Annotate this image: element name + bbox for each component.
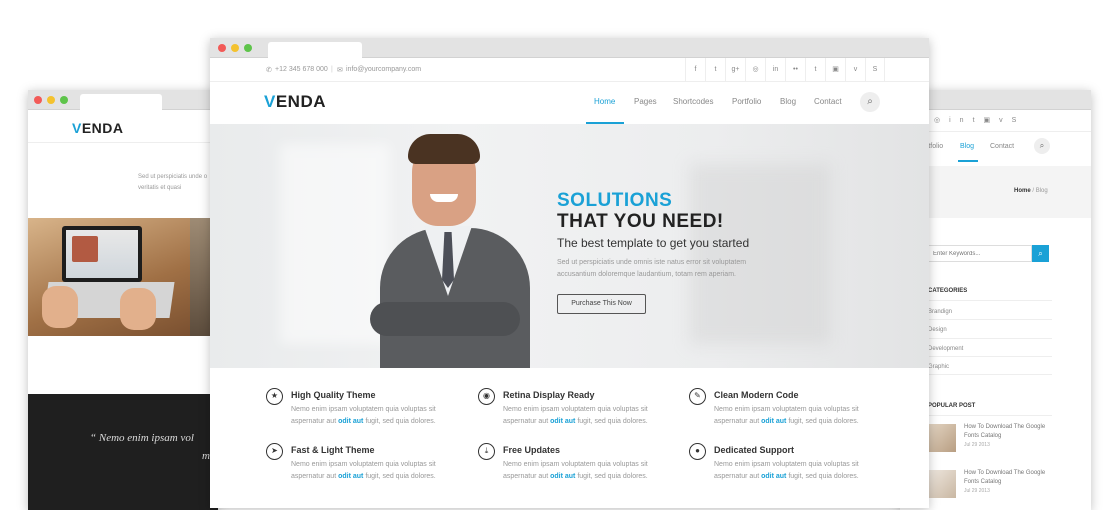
search-icon[interactable]: ⌕ (860, 92, 880, 112)
user-icon: ● (689, 443, 706, 460)
nav-blog[interactable]: Blog (780, 97, 796, 106)
skype-icon[interactable]: S (865, 58, 885, 82)
mail-icon: ✉ (337, 67, 343, 74)
feature-title: Free Updates (503, 445, 561, 455)
feature-description: Nemo enim ipsam voluptatem quia voluptas… (714, 406, 859, 425)
minimize-dot-icon[interactable] (231, 44, 239, 52)
purchase-button[interactable]: Purchase This Now (557, 294, 646, 314)
tumblr-icon[interactable]: t (805, 58, 825, 82)
nav-pages[interactable]: Pages (634, 97, 657, 106)
feature-title: Retina Display Ready (503, 390, 595, 400)
social-icons[interactable]: ◎int▣vS (934, 116, 1025, 124)
browser-chrome (28, 90, 218, 110)
nav-blog[interactable]: Blog (960, 143, 974, 150)
browser-tab[interactable] (268, 42, 362, 58)
hero-subtitle: The best template to get you started (557, 236, 750, 250)
logo[interactable]: VENDA (264, 92, 326, 112)
phone-icon: ✆ (266, 67, 272, 74)
minimize-dot-icon[interactable] (47, 96, 55, 104)
search-button[interactable]: ⌕ (1032, 245, 1049, 262)
quote-text-2: m (202, 450, 210, 462)
businessman-image (360, 132, 530, 368)
hero-description: Sed ut perspiciatis unde omnis iste natu… (557, 259, 747, 278)
browser-tab[interactable] (80, 94, 162, 110)
category-item[interactable]: Graphic (928, 364, 949, 370)
category-item[interactable]: Development (928, 346, 963, 352)
search-icon[interactable]: ⌕ (1034, 138, 1050, 154)
close-dot-icon[interactable] (218, 44, 226, 52)
twitter-icon[interactable]: t (705, 58, 725, 82)
post-thumbnail[interactable] (928, 424, 956, 452)
browser-chrome (210, 38, 929, 58)
nav-contact[interactable]: Contact (990, 143, 1014, 150)
vimeo-icon[interactable]: v (845, 58, 865, 82)
feature-title: High Quality Theme (291, 390, 376, 400)
logo[interactable]: VENDA (72, 120, 124, 136)
nav-portfolio[interactable]: Portfolio (732, 97, 761, 106)
nav-home[interactable]: Home (594, 97, 615, 106)
category-item[interactable]: Design (928, 327, 947, 333)
nav-contact[interactable]: Contact (814, 97, 842, 106)
close-dot-icon[interactable] (34, 96, 42, 104)
google-plus-icon[interactable]: g+ (725, 58, 745, 82)
category-item[interactable]: Brandign (928, 309, 952, 315)
star-icon: ★ (266, 388, 283, 405)
feature-description: Nemo enim ipsam voluptatem quia voluptas… (503, 406, 648, 425)
search-input[interactable] (928, 245, 1032, 262)
left-browser-window: VENDA Sed ut perspiciatis unde o veritati… (28, 90, 218, 510)
email-address[interactable]: info@yourcompany.com (346, 66, 421, 73)
feature-description: Nemo enim ipsam voluptatem quia voluptas… (291, 406, 436, 425)
intro-text: Sed ut perspiciatis unde o veritatis et q… (138, 174, 208, 191)
maximize-dot-icon[interactable] (60, 96, 68, 104)
dribbble-icon[interactable]: ◎ (745, 58, 765, 82)
quote-text: “ Nemo enim ipsam vol (90, 432, 194, 444)
eye-icon: ◉ (478, 388, 495, 405)
testimonial-section: “ Nemo enim ipsam vol m (28, 394, 218, 510)
instagram-icon[interactable]: ▣ (825, 58, 845, 82)
laptop-image (28, 218, 190, 336)
main-browser-window: ✆ +12 345 678 000 | ✉ info@yourcompany.c… (210, 38, 929, 508)
linkedin-icon[interactable]: in (765, 58, 785, 82)
hero-title-line1: SOLUTIONS (557, 190, 673, 211)
top-info-bar: ✆ +12 345 678 000 | ✉ info@yourcompany.c… (210, 58, 929, 82)
categories-title: CATEGORIES (928, 288, 968, 294)
hero-title-line2: THAT YOU NEED! (557, 211, 724, 232)
maximize-dot-icon[interactable] (244, 44, 252, 52)
hero-section: SOLUTIONS THAT YOU NEED! The best templa… (210, 124, 929, 368)
flickr-icon[interactable]: •• (785, 58, 805, 82)
nav-shortcodes[interactable]: Shortcodes (673, 97, 713, 106)
feature-title: Dedicated Support (714, 445, 795, 455)
feature-description: Nemo enim ipsam voluptatem quia voluptas… (503, 461, 648, 480)
feature-title: Fast & Light Theme (291, 445, 375, 455)
feature-title: Clean Modern Code (714, 390, 799, 400)
post-item[interactable]: How To Download The Google Fonts Catalog J… (964, 423, 1045, 450)
send-icon: ➤ (266, 443, 283, 460)
popular-title: POPULAR POST (928, 403, 976, 409)
phone-number[interactable]: +12 345 678 000 (275, 66, 328, 73)
feature-description: Nemo enim ipsam voluptatem quia voluptas… (291, 461, 436, 480)
feature-description: Nemo enim ipsam voluptatem quia voluptas… (714, 461, 859, 480)
facebook-icon[interactable]: f (685, 58, 705, 82)
breadcrumb: Home / Blog (1014, 188, 1048, 194)
download-icon: ⤓ (478, 443, 495, 460)
post-thumbnail[interactable] (928, 470, 956, 498)
pencil-icon: ✎ (689, 388, 706, 405)
post-item[interactable]: How To Download The Google Fonts Catalog J… (964, 469, 1045, 496)
